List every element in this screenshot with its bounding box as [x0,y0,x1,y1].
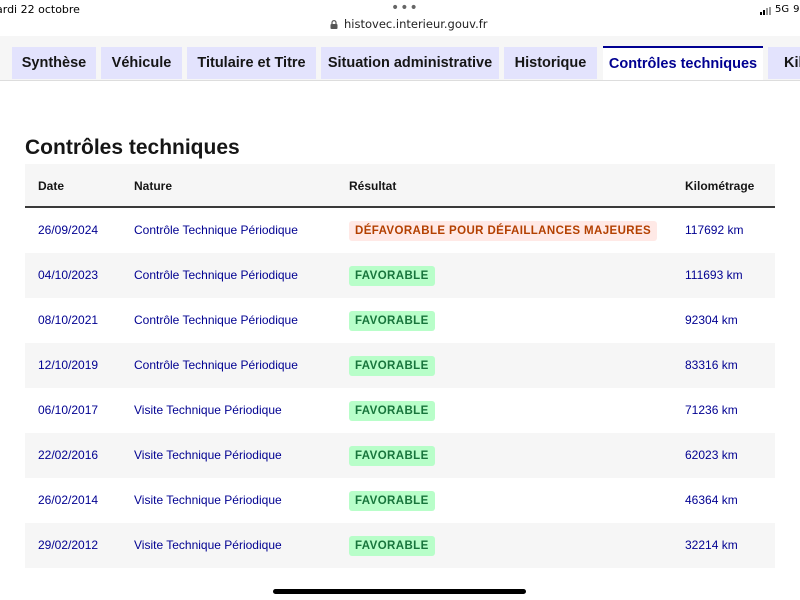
controles-table: Date Nature Résultat Kilométrage 26/09/2… [25,164,775,568]
table-row: 26/09/2024 Contrôle Technique Périodique… [25,208,775,253]
cell-kilometrage: 83316 km [685,358,738,372]
cell-date: 29/02/2012 [38,538,99,552]
cell-date: 08/10/2021 [38,313,99,327]
cell-nature: Contrôle Technique Périodique [134,223,298,237]
result-badge-favorable: FAVORABLE [349,401,435,421]
cell-date: 22/02/2016 [38,448,99,462]
cell-date: 06/10/2017 [38,403,99,417]
cell-nature: Visite Technique Périodique [134,403,282,417]
tab-bar: Synthèse Véhicule Titulaire et Titre Sit… [0,36,800,81]
cell-kilometrage: 71236 km [685,403,738,417]
tab-titulaire-et-titre[interactable]: Titulaire et Titre [187,47,316,79]
header-nature: Nature [134,179,173,193]
cell-nature: Visite Technique Périodique [134,493,282,507]
result-badge-favorable: FAVORABLE [349,311,435,331]
table-row: 26/02/2014 Visite Technique Périodique F… [25,478,775,523]
status-indicators: 5G 9 [760,4,800,15]
cell-date: 26/09/2024 [38,223,99,237]
cell-kilometrage: 117692 km [685,223,744,237]
table-row: 12/10/2019 Contrôle Technique Périodique… [25,343,775,388]
table-row: 29/02/2012 Visite Technique Périodique F… [25,523,775,568]
table-row: 22/02/2016 Visite Technique Périodique F… [25,433,775,478]
header-resultat: Résultat [349,179,397,193]
table-row: 06/10/2017 Visite Technique Périodique F… [25,388,775,433]
result-badge-favorable: FAVORABLE [349,356,435,376]
table-row: 04/10/2023 Contrôle Technique Périodique… [25,253,775,298]
cell-kilometrage: 46364 km [685,493,738,507]
page-title: Contrôles techniques [25,136,240,159]
battery-text: 9 [793,4,800,15]
cell-kilometrage: 62023 km [685,448,738,462]
table-row: 08/10/2021 Contrôle Technique Périodique… [25,298,775,343]
cell-nature: Contrôle Technique Périodique [134,313,298,327]
header-kilometrage: Kilométrage [685,179,755,193]
network-label: 5G [775,4,790,15]
cell-nature: Contrôle Technique Périodique [134,358,298,372]
table-header: Date Nature Résultat Kilométrage [25,164,775,208]
cell-kilometrage: 111693 km [685,268,743,282]
cell-date: 12/10/2019 [38,358,99,372]
header-date: Date [38,179,65,193]
result-badge-favorable: FAVORABLE [349,446,435,466]
signal-strength-icon [760,7,771,15]
result-badge-favorable: FAVORABLE [349,536,435,556]
cell-kilometrage: 92304 km [685,313,738,327]
cell-kilometrage: 32214 km [685,538,738,552]
cell-date: 26/02/2014 [38,493,99,507]
cell-nature: Visite Technique Périodique [134,448,282,462]
cell-date: 04/10/2023 [38,268,99,282]
tab-historique[interactable]: Historique [504,47,597,79]
status-date: ardi 22 octobre [0,3,80,16]
result-badge-defavorable: DÉFAVORABLE POUR DÉFAILLANCES MAJEURES [349,221,658,241]
cell-nature: Visite Technique Périodique [134,538,282,552]
url-text: histovec.interieur.gouv.fr [344,17,488,31]
tab-synthese[interactable]: Synthèse [12,47,96,79]
tab-kilometrage[interactable]: Kilo [768,47,800,79]
tab-controles-techniques[interactable]: Contrôles techniques [603,46,763,80]
cell-nature: Contrôle Technique Périodique [134,268,298,282]
tab-situation-administrative[interactable]: Situation administrative [321,47,499,79]
multitasking-dots-icon[interactable]: ••• [391,0,419,16]
status-bar: ardi 22 octobre ••• histovec.interieur.g… [0,0,800,36]
home-indicator[interactable] [273,589,526,594]
address-bar[interactable]: histovec.interieur.gouv.fr [330,17,488,31]
result-badge-favorable: FAVORABLE [349,266,435,286]
lock-icon [330,19,338,29]
result-badge-favorable: FAVORABLE [349,491,435,511]
tab-vehicule[interactable]: Véhicule [101,47,182,79]
